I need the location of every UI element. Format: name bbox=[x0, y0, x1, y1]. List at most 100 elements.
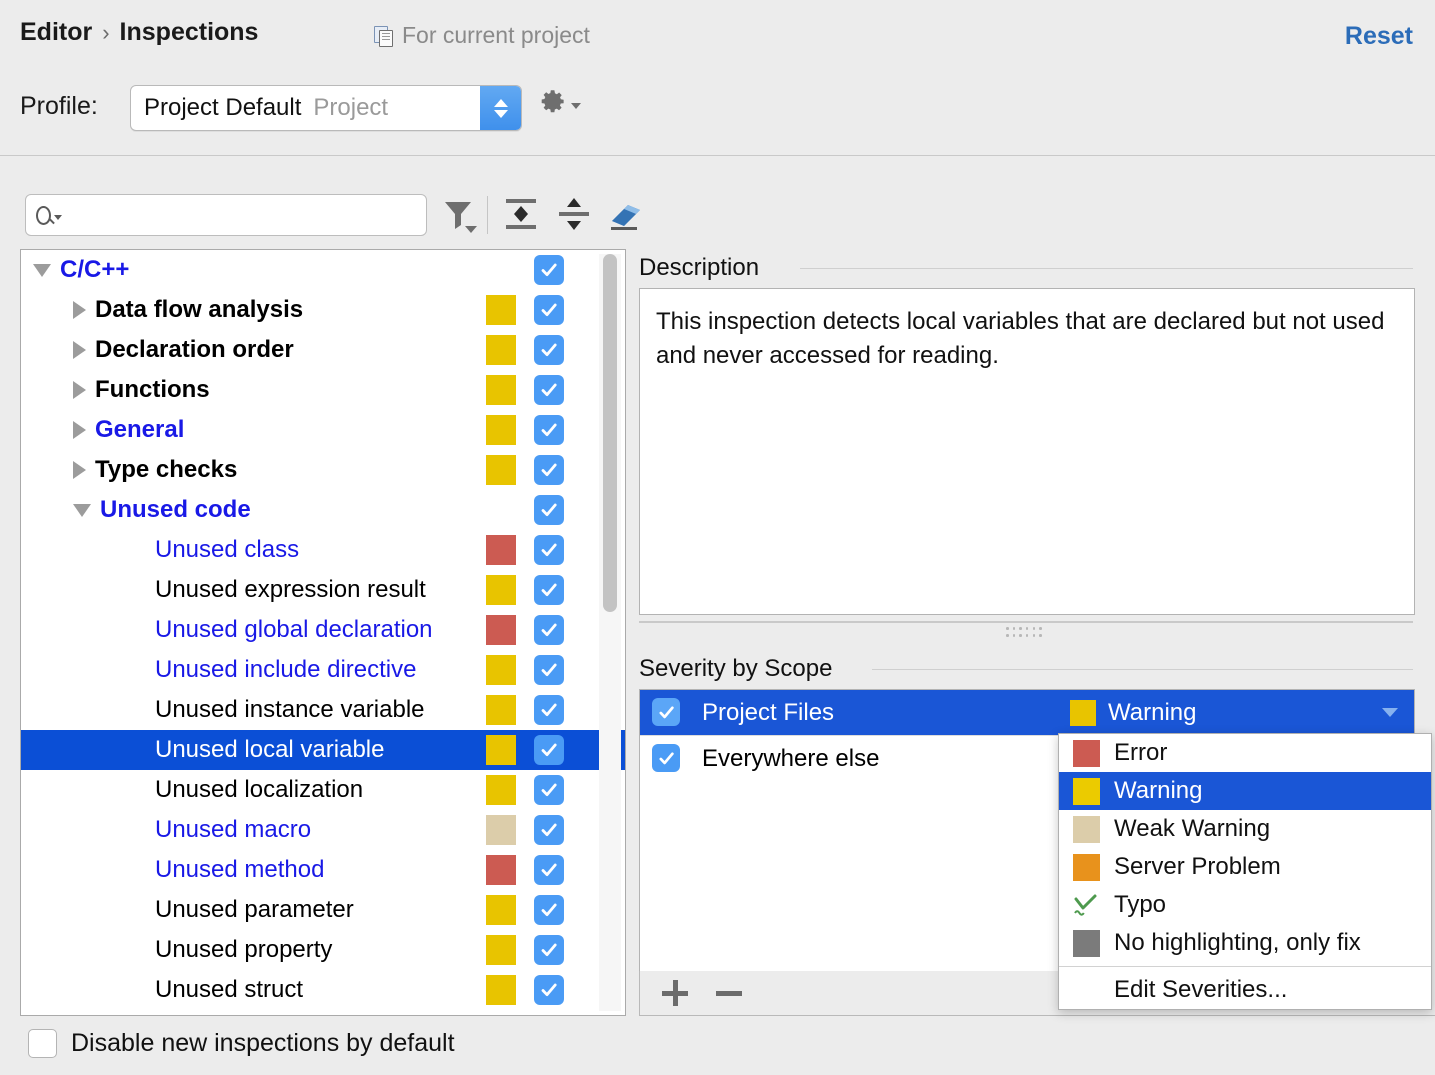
tree-row[interactable]: Unused macro bbox=[21, 810, 625, 850]
severity-swatch[interactable] bbox=[486, 615, 516, 645]
tree-scrollbar-thumb[interactable] bbox=[603, 254, 617, 612]
severity-swatch[interactable] bbox=[486, 735, 516, 765]
severity-menu-item[interactable]: Warning bbox=[1059, 772, 1431, 810]
severity-menu-item[interactable]: Error bbox=[1059, 734, 1431, 772]
tree-row[interactable]: Unused struct bbox=[21, 970, 625, 1010]
search-field[interactable] bbox=[25, 194, 427, 236]
tree-row[interactable]: Unused class bbox=[21, 530, 625, 570]
description-title: Description bbox=[639, 254, 770, 282]
severity-menu-item[interactable]: Server Problem bbox=[1059, 848, 1431, 886]
scope-enabled-checkbox[interactable] bbox=[652, 744, 680, 772]
chevron-down-icon[interactable] bbox=[1382, 708, 1398, 717]
tree-row[interactable]: Unused expression result bbox=[21, 570, 625, 610]
profile-stepper-icon[interactable] bbox=[480, 86, 521, 130]
tree-row-checkbox[interactable] bbox=[534, 615, 564, 645]
search-input[interactable] bbox=[62, 202, 366, 228]
tree-row[interactable]: Unused code bbox=[21, 490, 625, 530]
severity-swatch[interactable] bbox=[486, 775, 516, 805]
severity-swatch[interactable] bbox=[486, 455, 516, 485]
tree-row[interactable]: Unused local variable bbox=[21, 730, 625, 770]
tree-row[interactable]: Functions bbox=[21, 370, 625, 410]
tree-row-checkbox[interactable] bbox=[534, 695, 564, 725]
tree-row-checkbox[interactable] bbox=[534, 935, 564, 965]
severity-swatch[interactable] bbox=[486, 655, 516, 685]
twisty-expanded-icon[interactable] bbox=[73, 503, 91, 517]
profile-select[interactable]: Project Default Project bbox=[130, 85, 522, 131]
tree-row[interactable]: Unused instance variable bbox=[21, 690, 625, 730]
severity-menu-item[interactable]: Weak Warning bbox=[1059, 810, 1431, 848]
tree-row[interactable]: General bbox=[21, 410, 625, 450]
filter-funnel-icon[interactable] bbox=[437, 194, 481, 234]
inspections-tree[interactable]: C/C++ Data flow analysis Declaration order… bbox=[20, 249, 626, 1016]
severity-swatch[interactable] bbox=[486, 975, 516, 1005]
disable-new-inspections-checkbox[interactable] bbox=[28, 1029, 57, 1058]
tree-row-checkbox[interactable] bbox=[534, 455, 564, 485]
tree-row-checkbox[interactable] bbox=[534, 575, 564, 605]
twisty-expanded-icon[interactable] bbox=[33, 263, 51, 277]
tree-row-checkbox[interactable] bbox=[534, 535, 564, 565]
reset-link[interactable]: Reset bbox=[1345, 22, 1413, 51]
tree-row-checkbox[interactable] bbox=[534, 335, 564, 365]
tree-row-checkbox[interactable] bbox=[534, 895, 564, 925]
severity-swatch[interactable] bbox=[486, 1015, 516, 1016]
severity-swatch[interactable] bbox=[486, 575, 516, 605]
severity-swatch[interactable] bbox=[486, 295, 516, 325]
severity-dropdown-menu[interactable]: Error Warning Weak Warning Server Problem Ty… bbox=[1058, 733, 1432, 1010]
tree-row[interactable]: Unused property bbox=[21, 930, 625, 970]
tree-row[interactable]: Declaration order bbox=[21, 330, 625, 370]
eraser-icon[interactable] bbox=[606, 194, 646, 234]
twisty-collapsed-icon[interactable] bbox=[73, 461, 86, 479]
scope-enabled-checkbox[interactable] bbox=[652, 698, 680, 726]
tree-row-checkbox[interactable] bbox=[534, 1015, 564, 1016]
severity-swatch[interactable] bbox=[486, 815, 516, 845]
tree-row[interactable]: Unused method bbox=[21, 850, 625, 890]
tree-row-checkbox[interactable] bbox=[534, 415, 564, 445]
tree-row-checkbox[interactable] bbox=[534, 655, 564, 685]
description-title-rule bbox=[800, 268, 1413, 269]
twisty-collapsed-icon[interactable] bbox=[73, 341, 86, 359]
edit-severities-menu-item[interactable]: Edit Severities... bbox=[1059, 971, 1431, 1009]
tree-row[interactable]: C/C++ bbox=[21, 250, 625, 290]
scope-severity-cell[interactable]: Warning bbox=[1070, 699, 1196, 727]
profile-settings-button[interactable] bbox=[540, 88, 581, 115]
tree-row[interactable]: Unused parameter bbox=[21, 890, 625, 930]
tree-row[interactable]: Data flow analysis bbox=[21, 290, 625, 330]
tree-row[interactable]: Type checks bbox=[21, 450, 625, 490]
remove-scope-button[interactable] bbox=[716, 980, 742, 1006]
tree-row[interactable]: Unused include directive bbox=[21, 650, 625, 690]
tree-scrollbar[interactable] bbox=[599, 254, 621, 1011]
tree-row-checkbox[interactable] bbox=[534, 495, 564, 525]
tree-row-checkbox[interactable] bbox=[534, 295, 564, 325]
tree-row-checkbox[interactable] bbox=[534, 855, 564, 885]
severity-swatch[interactable] bbox=[486, 695, 516, 725]
severity-swatch[interactable] bbox=[486, 335, 516, 365]
severity-swatch[interactable] bbox=[486, 535, 516, 565]
collapse-all-icon[interactable] bbox=[556, 194, 592, 234]
tree-row[interactable]: Unused localization bbox=[21, 770, 625, 810]
tree-row[interactable] bbox=[21, 1010, 625, 1016]
disable-new-inspections-row[interactable]: Disable new inspections by default bbox=[28, 1029, 455, 1058]
severity-swatch[interactable] bbox=[486, 375, 516, 405]
expand-all-icon[interactable] bbox=[503, 194, 539, 234]
tree-row[interactable]: Unused global declaration bbox=[21, 610, 625, 650]
severity-swatch[interactable] bbox=[486, 895, 516, 925]
twisty-collapsed-icon[interactable] bbox=[73, 301, 86, 319]
tree-row-checkbox[interactable] bbox=[534, 735, 564, 765]
severity-menu-item[interactable]: No highlighting, only fix bbox=[1059, 924, 1431, 962]
severity-swatch[interactable] bbox=[486, 935, 516, 965]
twisty-collapsed-icon[interactable] bbox=[73, 381, 86, 399]
tree-row-checkbox[interactable] bbox=[534, 815, 564, 845]
severity-menu-item[interactable]: Typo bbox=[1059, 886, 1431, 924]
description-resize-grip[interactable] bbox=[1006, 627, 1044, 639]
tree-row-checkbox[interactable] bbox=[534, 255, 564, 285]
breadcrumb-editor[interactable]: Editor bbox=[20, 18, 92, 47]
tree-row-checkbox[interactable] bbox=[534, 775, 564, 805]
severity-swatch[interactable] bbox=[486, 855, 516, 885]
twisty-collapsed-icon[interactable] bbox=[73, 421, 86, 439]
tree-row-label: Unused property bbox=[155, 936, 333, 963]
tree-row-checkbox[interactable] bbox=[534, 375, 564, 405]
severity-swatch[interactable] bbox=[486, 415, 516, 445]
tree-row-checkbox[interactable] bbox=[534, 975, 564, 1005]
add-scope-button[interactable] bbox=[662, 980, 688, 1006]
severity-scope-row[interactable]: Project Files Warning bbox=[640, 690, 1414, 735]
